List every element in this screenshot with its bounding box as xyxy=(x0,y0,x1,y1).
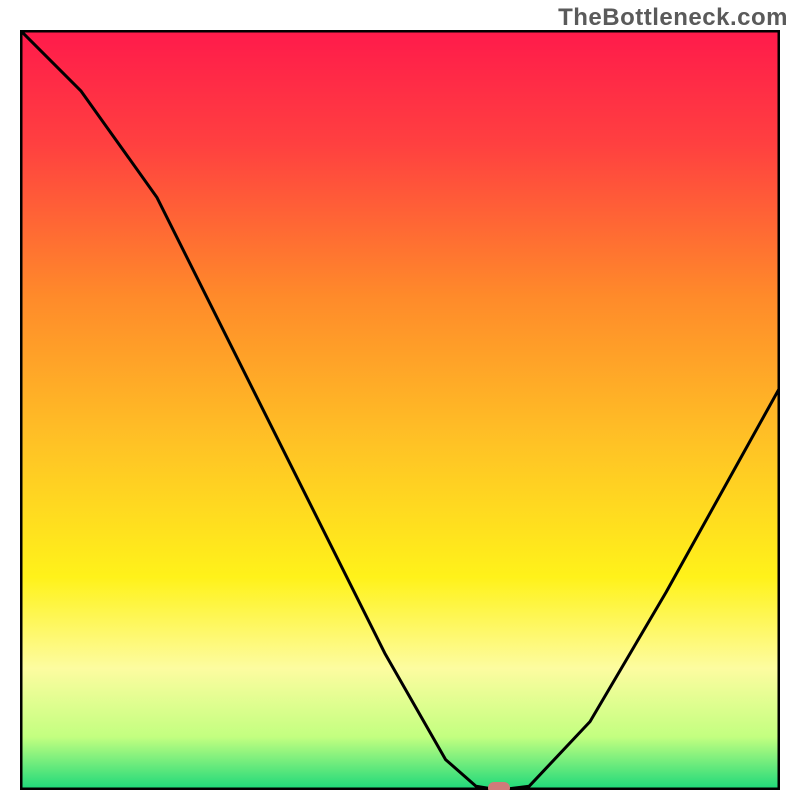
plot-background xyxy=(20,30,780,790)
watermark-label: TheBottleneck.com xyxy=(558,4,788,32)
current-config-marker xyxy=(488,782,510,790)
plot-area xyxy=(20,30,780,790)
bottleneck-chart: TheBottleneck.com xyxy=(0,0,800,800)
plot-svg xyxy=(20,30,780,790)
